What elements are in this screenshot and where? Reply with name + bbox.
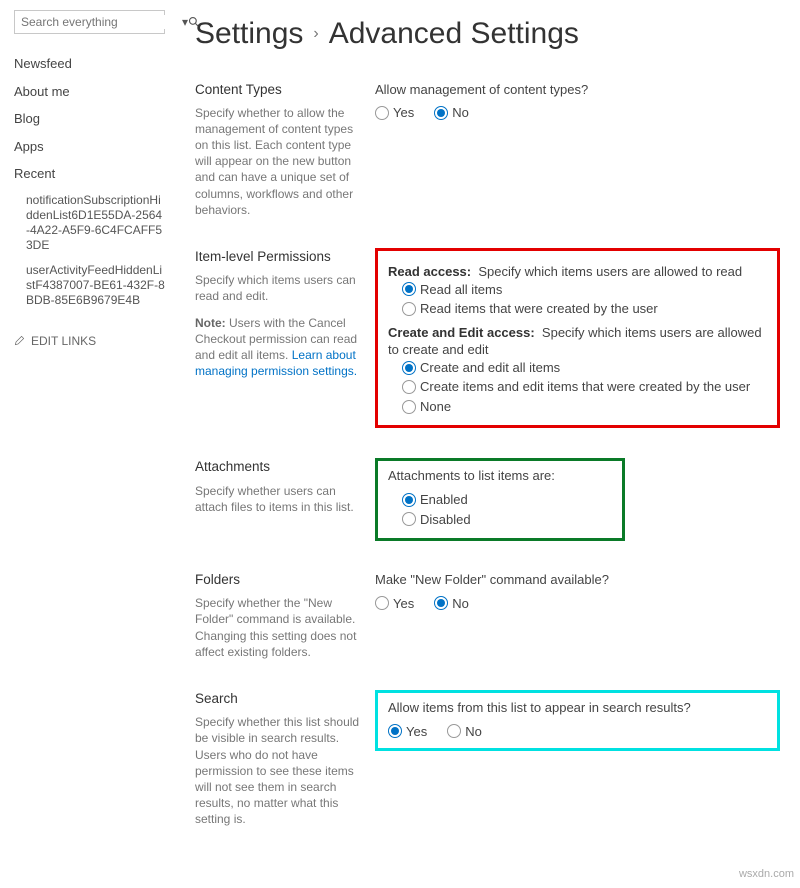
srch-yes-label: Yes [406,723,427,741]
att-disabled-label: Disabled [420,511,471,529]
section-desc: Specify whether this list should be visi… [195,714,363,827]
section-note: Note: Users with the Cancel Checkout per… [195,315,363,380]
att-enabled-label: Enabled [420,491,468,509]
section-title: Folders [195,571,363,589]
section-folders: Folders Specify whether the "New Folder"… [195,571,780,660]
fold-no-label: No [452,595,469,613]
fold-no-radio[interactable] [434,596,448,610]
ce-none-radio[interactable] [402,400,416,414]
nav-recent-item[interactable]: notificationSubscriptionHiddenList6D1E55… [14,188,165,258]
main-content: Settings › Advanced Settings Content Typ… [175,0,800,888]
srch-no-label: No [465,723,482,741]
search-input[interactable] [15,15,182,29]
section-title: Item-level Permissions [195,248,363,266]
fold-yes-label: Yes [393,595,414,613]
section-content-types: Content Types Specify whether to allow t… [195,81,780,219]
breadcrumb: Settings › Advanced Settings [195,14,780,55]
page-title: Advanced Settings [329,14,579,55]
section-desc: Specify which items users can read and e… [195,272,363,304]
nav-blog[interactable]: Blog [14,105,165,133]
att-disabled-radio[interactable] [402,512,416,526]
sidebar: ▾ Newsfeed About me Blog Apps Recent not… [0,0,175,888]
ce-own-radio[interactable] [402,380,416,394]
read-own-radio[interactable] [402,302,416,316]
section-desc: Specify whether users can attach files t… [195,483,363,515]
nav-apps[interactable]: Apps [14,133,165,161]
chevron-right-icon: › [313,23,318,45]
edit-links[interactable]: EDIT LINKS [14,333,165,349]
create-edit-heading: Create and Edit access: Specify which it… [388,324,767,359]
ce-all-radio[interactable] [402,361,416,375]
nav-newsfeed[interactable]: Newsfeed [14,50,165,78]
read-all-radio[interactable] [402,282,416,296]
ct-yes-radio[interactable] [375,106,389,120]
ct-question: Allow management of content types? [375,81,780,99]
att-question: Attachments to list items are: [388,467,612,485]
read-all-label: Read all items [420,281,502,299]
read-access-heading: Read access: Specify which items users a… [388,263,767,281]
nav-recent[interactable]: Recent [14,160,165,188]
ce-all-label: Create and edit all items [420,359,560,377]
ce-none-label: None [420,398,451,416]
section-desc: Specify whether the "New Folder" command… [195,595,363,660]
attachments-box: Attachments to list items are: Enabled D… [375,458,625,541]
nav-recent-item[interactable]: userActivityFeedHiddenListF4387007-BE61-… [14,258,165,313]
ct-yes-label: Yes [393,104,414,122]
att-enabled-radio[interactable] [402,493,416,507]
edit-links-label: EDIT LINKS [31,333,96,349]
search-box-highlight: Allow items from this list to appear in … [375,690,780,751]
section-search: Search Specify whether this list should … [195,690,780,828]
ce-own-label: Create items and edit items that were cr… [420,378,750,396]
fold-yes-radio[interactable] [375,596,389,610]
permissions-box: Read access: Specify which items users a… [375,248,780,428]
section-desc: Specify whether to allow the management … [195,105,363,218]
read-own-label: Read items that were created by the user [420,300,658,318]
section-item-permissions: Item-level Permissions Specify which ite… [195,248,780,428]
nav-list: Newsfeed About me Blog Apps Recent notif… [14,50,165,313]
pencil-icon [14,335,25,346]
srch-question: Allow items from this list to appear in … [388,699,767,717]
fold-question: Make "New Folder" command available? [375,571,780,589]
srch-yes-radio[interactable] [388,724,402,738]
watermark: wsxdn.com [739,867,794,882]
ct-no-label: No [452,104,469,122]
section-title: Attachments [195,458,363,476]
ct-no-radio[interactable] [434,106,448,120]
section-attachments: Attachments Specify whether users can at… [195,458,780,541]
search-box: ▾ [14,10,165,34]
section-title: Search [195,690,363,708]
nav-about[interactable]: About me [14,78,165,106]
section-title: Content Types [195,81,363,99]
srch-no-radio[interactable] [447,724,461,738]
breadcrumb-root[interactable]: Settings [195,14,303,55]
